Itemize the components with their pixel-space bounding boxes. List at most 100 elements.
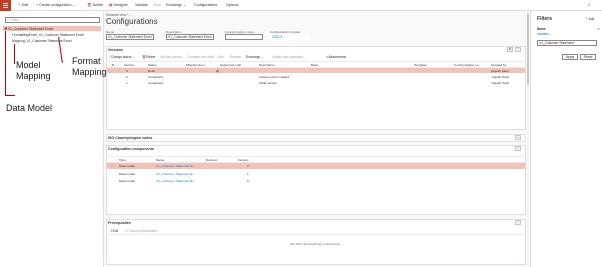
component-version-cell: 0	[247, 179, 249, 183]
reset-button[interactable]: Reset	[580, 54, 596, 60]
get-version-button[interactable]: Get this version	[160, 55, 182, 59]
annotation-model-mapping-text: Model Mapping	[16, 60, 51, 81]
validate-button[interactable]: Validate	[135, 3, 148, 7]
components-collapse-button[interactable]: ⌃	[515, 146, 521, 151]
annotation-line-data-model	[5, 31, 6, 95]
name-link[interactable]: V1_Customer Statement E...	[156, 172, 195, 176]
name-field[interactable]: V1_Customer Statement Excel	[106, 34, 154, 40]
filter-field-label: Name	[537, 27, 546, 31]
calendar-icon[interactable]: ▦	[216, 69, 219, 73]
upload-repository-button[interactable]: Upload into repository ⌄	[272, 55, 307, 59]
apply-button[interactable]: Apply	[562, 54, 578, 60]
configurations-menu[interactable]: Configurations	[194, 3, 217, 7]
version-cell: 1	[126, 81, 128, 85]
table-row-selected-highlight	[107, 68, 525, 73]
version-exchange-label: Exchange	[246, 55, 261, 59]
compare-draft-label: Compare with draft	[187, 55, 214, 59]
expand-arrow-icon[interactable]: ◢	[4, 26, 7, 30]
component-version-cell: 1	[247, 172, 249, 176]
versions-collapse-button[interactable]: ⌃	[515, 47, 521, 52]
row-radio-icon[interactable]: ○	[111, 164, 113, 168]
top-toolbar: ✎Edit + Create configuration ⌄ 🗑Delete ▦…	[0, 0, 602, 11]
version-delete-button[interactable]: 🗑Delete	[142, 55, 155, 59]
created-by-cell: Yogesh Patel	[491, 75, 510, 79]
divider	[106, 234, 526, 235]
change-status-button[interactable]: ◔ Change status ⌄	[108, 55, 135, 59]
search-icon[interactable]: ⌕	[588, 2, 591, 8]
tree-item-model-mapping[interactable]: Mapping_V1_Customer Statement Excel	[12, 39, 72, 43]
status-cell: Completed	[148, 81, 163, 85]
page-title: Configurations	[106, 17, 158, 26]
filter-remove-icon[interactable]: ✕	[597, 27, 600, 31]
run-button[interactable]: Run	[154, 3, 161, 7]
chevron-down-icon: ⌄	[72, 3, 76, 7]
type-cell: Data model	[119, 179, 135, 183]
empty-state-message: We didn't find anything to show here.	[290, 242, 341, 246]
add-filter-button[interactable]: + Add	[586, 17, 594, 21]
version-cell: 2	[126, 75, 128, 79]
country-codes-field[interactable]	[225, 34, 263, 40]
annotation-data-model: Data Model	[6, 103, 53, 113]
name-link[interactable]: V1_Customer Statement E...	[156, 164, 195, 168]
filter-operator-label: contains	[537, 32, 549, 36]
prerequisites-edit-button[interactable]: ✎Edit	[110, 229, 118, 233]
prerequisites-title: Prerequisites	[108, 221, 131, 225]
check-prerequisites-button[interactable]: ☑ Check prerequisites	[125, 229, 157, 233]
name-link[interactable]: V1_Customer Statement E...	[156, 179, 195, 183]
create-configuration-label: + Create configuration	[36, 3, 72, 7]
filter-value-input[interactable]: V1_Customer Statement	[537, 40, 597, 46]
designer-button[interactable]: ▦Designer	[109, 3, 128, 7]
main-scrollbar-thumb[interactable]	[527, 14, 529, 84]
create-configuration-button[interactable]: + Create configuration ⌄	[36, 3, 75, 7]
created-by-cell: Yogesh Patel	[491, 81, 510, 85]
annotation-model-mapping: Model Mapping	[16, 60, 51, 82]
version-cell: 3	[126, 68, 128, 73]
options-menu[interactable]: Options	[226, 3, 238, 7]
components-title: Configuration components	[108, 147, 154, 151]
validate-label: Validate	[135, 3, 148, 7]
attachments-button[interactable]: ⚲Attachments	[326, 55, 346, 59]
hamburger-menu-icon[interactable]	[0, 0, 11, 11]
delete-button[interactable]: 🗑Delete	[87, 3, 103, 7]
attachments-label: Attachments	[328, 55, 347, 59]
configurations-label: Configurations	[194, 3, 218, 7]
edit-label: Edit	[22, 3, 29, 7]
prerequisites-edit-label: Edit	[112, 229, 119, 233]
iso-codes-title: ISO Country/region codes	[108, 136, 153, 140]
tree-filter-placeholder: Filter	[11, 18, 19, 22]
iso-expand-button[interactable]: ⌄	[515, 135, 521, 140]
exchange-label: Exchange	[166, 3, 182, 7]
iso-codes-panel	[106, 134, 526, 142]
description-field[interactable]: V1_Customer Statement Excel	[166, 34, 214, 40]
filters-title: Filters	[537, 16, 553, 22]
type-cell: Data model	[119, 172, 135, 176]
tree-filter-input[interactable]: ⌕ Filter	[5, 17, 100, 23]
rebase-button[interactable]: Rebase	[230, 55, 241, 59]
annotation-format-mapping: Format Mapping	[72, 56, 107, 78]
tree-item-data-model[interactable]: V1_Customer Statement Excel	[8, 27, 53, 31]
run-label: Run	[154, 3, 161, 7]
annotation-line-model-mapping	[14, 44, 15, 64]
status-cell: Draft	[148, 68, 155, 73]
pencil-icon: ✎	[18, 3, 22, 7]
provider-link[interactable]: LEDCS	[270, 34, 310, 40]
version-exchange-button[interactable]: Exchange ⌄	[246, 55, 264, 59]
rebase-label: Rebase	[230, 55, 241, 59]
chevron-down-icon: ⌄	[182, 3, 186, 7]
exchange-menu[interactable]: Exchange ⌄	[166, 3, 186, 7]
filter-operator-dropdown[interactable]: contains ⌄	[537, 32, 552, 36]
configuration-tree	[0, 11, 104, 267]
version-run-button[interactable]: Run	[218, 55, 224, 59]
annotation-format-mapping-text: Format Mapping	[72, 56, 107, 77]
filters-pane	[530, 11, 602, 267]
annotation-line-data-model-h	[5, 95, 15, 96]
delete-label: Delete	[92, 3, 103, 7]
version-delete-label: Delete	[146, 55, 156, 59]
prerequisites-collapse-button[interactable]: ⌃	[515, 220, 521, 225]
tree-item-format-mapping[interactable]: FormatMapExcel_V1_Customer Statement Exc…	[12, 33, 84, 37]
versions-options-button[interactable]: ⚙	[507, 47, 513, 52]
version-run-label: Run	[218, 55, 224, 59]
compare-draft-button[interactable]: Compare with draft	[187, 55, 214, 59]
edit-button[interactable]: ✎Edit	[18, 3, 28, 7]
change-status-label: Change status	[110, 55, 132, 59]
